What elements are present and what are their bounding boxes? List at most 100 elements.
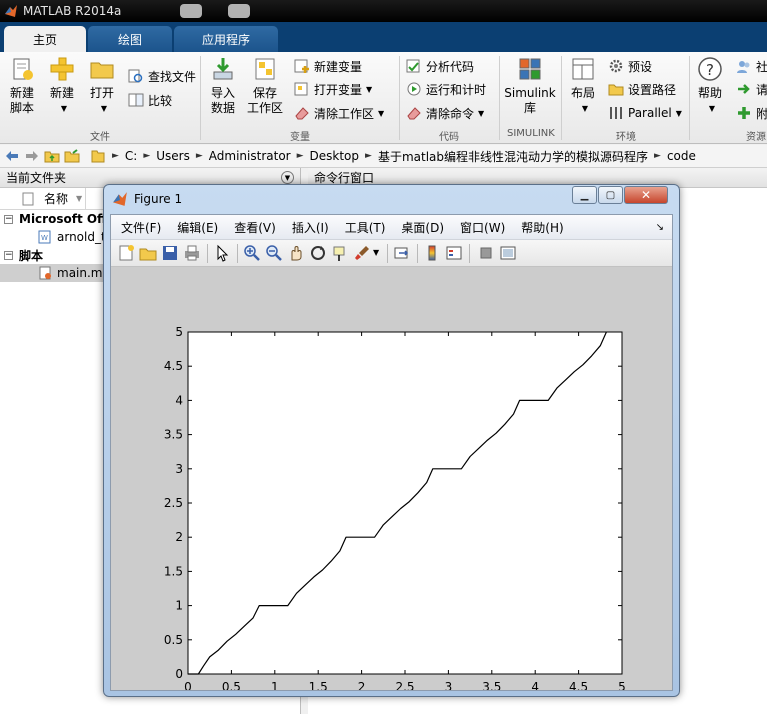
- chevron-down-icon[interactable]: ▼: [676, 109, 682, 118]
- mat-file-icon: W: [38, 230, 51, 244]
- legend-icon[interactable]: [445, 244, 463, 262]
- breadcrumb-item[interactable]: Desktop: [310, 149, 360, 163]
- forward-arrow-icon[interactable]: [24, 148, 40, 164]
- brush-icon[interactable]: [353, 244, 371, 262]
- y-tick-label: 4.5: [164, 359, 183, 373]
- collapse-icon[interactable]: −: [4, 250, 13, 260]
- save-workspace-button[interactable]: 保存 工作区: [246, 56, 284, 116]
- zoom-out-icon[interactable]: [265, 244, 283, 262]
- x-tick-label: 3.5: [482, 680, 501, 690]
- community-button[interactable]: 社: [736, 56, 767, 76]
- hide-plot-tools-icon[interactable]: [477, 244, 495, 262]
- find-files-button[interactable]: 查找文件: [128, 66, 196, 86]
- chevron-down-icon[interactable]: ▼: [61, 101, 67, 116]
- chevron-down-icon[interactable]: ▼: [582, 101, 588, 116]
- new-figure-icon[interactable]: [117, 244, 135, 262]
- addons-button[interactable]: 附: [736, 103, 767, 123]
- maximize-button[interactable]: ▢: [598, 186, 623, 204]
- plot-axes-box[interactable]: [187, 331, 623, 675]
- divider: [387, 244, 388, 263]
- simulink-label: Simulink 库: [504, 86, 556, 115]
- panel-menu-icon[interactable]: ▼: [281, 171, 294, 184]
- new-script-button[interactable]: 新建 脚本: [6, 56, 38, 116]
- line-plot[interactable]: 0 0.5 1 1.5 2 2.5 3 3.5 4 4.5 5 0 0.5 1 1.5 2 2.5 3 3.5 4 4.…: [111, 267, 672, 690]
- clear-commands-button[interactable]: 清除命令 ▼: [406, 103, 484, 123]
- menu-edit[interactable]: 编辑(E): [177, 219, 218, 236]
- set-path-button[interactable]: 设置路径: [608, 79, 676, 99]
- addons-label: 附: [756, 106, 767, 121]
- divider: [85, 188, 86, 210]
- y-tick-label: 5: [175, 325, 183, 339]
- x-tick-label: 4: [531, 680, 539, 690]
- menu-help[interactable]: 帮助(H): [521, 219, 563, 236]
- dock-arrow-icon[interactable]: ↘: [656, 222, 664, 233]
- analyze-code-button[interactable]: 分析代码: [406, 56, 474, 76]
- zoom-in-icon[interactable]: [243, 244, 261, 262]
- browse-folder-icon[interactable]: [64, 148, 80, 164]
- menu-insert[interactable]: 插入(I): [292, 219, 329, 236]
- chevron-down-icon[interactable]: ▼: [366, 85, 372, 94]
- parallel-button[interactable]: Parallel ▼: [608, 103, 682, 123]
- new-label: 新建: [49, 86, 74, 100]
- analyze-code-icon: [406, 59, 420, 73]
- new-button[interactable]: 新建 ▼: [46, 56, 78, 116]
- figure-title-bar: Figure 1: [112, 191, 182, 207]
- plus-icon: [50, 57, 74, 81]
- up-folder-icon[interactable]: [44, 148, 60, 164]
- colorbar-icon[interactable]: [423, 244, 441, 262]
- layout-button[interactable]: 布局 ▼: [567, 56, 599, 116]
- pointer-icon[interactable]: [213, 244, 231, 262]
- figure-window[interactable]: Figure 1 ▁ ▢ ✕ 文件(F) 编辑(E) 查看(V) 插入(I) 工…: [103, 184, 680, 697]
- menu-view[interactable]: 查看(V): [234, 219, 276, 236]
- breadcrumb-item[interactable]: Administrator: [209, 149, 291, 163]
- open-file-icon[interactable]: [139, 244, 157, 262]
- breadcrumb-item[interactable]: 基于matlab编程非线性混沌动力学的模拟源码程序: [378, 148, 648, 165]
- request-support-button[interactable]: 请: [736, 79, 767, 99]
- save-icon[interactable]: [161, 244, 179, 262]
- chevron-down-icon[interactable]: ▼: [709, 101, 715, 116]
- preferences-button[interactable]: 预设: [608, 56, 652, 76]
- tab-apps[interactable]: 应用程序: [174, 26, 278, 52]
- matlab-logo-icon: [5, 5, 17, 17]
- menu-desktop[interactable]: 桌面(D): [401, 219, 444, 236]
- close-icon: ✕: [640, 188, 652, 202]
- chevron-down-icon[interactable]: ▼: [478, 109, 484, 118]
- back-arrow-icon[interactable]: [4, 148, 20, 164]
- chevron-down-icon[interactable]: ▼: [378, 109, 384, 118]
- print-icon[interactable]: [183, 244, 201, 262]
- section-label-file: 文件: [90, 132, 110, 143]
- run-and-time-button[interactable]: 运行和计时: [406, 79, 486, 99]
- new-variable-button[interactable]: 新建变量: [294, 56, 362, 76]
- chevron-down-icon[interactable]: ▼: [101, 101, 107, 116]
- tab-plots[interactable]: 绘图: [88, 26, 172, 52]
- show-plot-tools-icon[interactable]: [499, 244, 517, 262]
- clear-workspace-label: 清除工作区: [314, 106, 375, 121]
- import-data-button[interactable]: 导入 数据: [206, 56, 240, 116]
- menu-file[interactable]: 文件(F): [121, 219, 161, 236]
- breadcrumb-item[interactable]: C:: [125, 149, 137, 163]
- menu-window[interactable]: 窗口(W): [460, 219, 505, 236]
- menu-tools[interactable]: 工具(T): [345, 219, 386, 236]
- new-script-icon: [13, 58, 33, 80]
- data-cursor-icon[interactable]: [331, 244, 349, 262]
- minimize-button[interactable]: ▁: [572, 186, 597, 204]
- chevron-down-icon[interactable]: ▼: [373, 248, 379, 257]
- open-button[interactable]: 打开 ▼: [86, 56, 118, 116]
- eraser-icon: [295, 107, 309, 120]
- new-script-label: 新建 脚本: [9, 86, 34, 115]
- breadcrumb-item[interactable]: code: [667, 149, 696, 163]
- link-plot-icon[interactable]: [393, 244, 411, 262]
- close-button[interactable]: ✕: [624, 186, 668, 204]
- simulink-library-button[interactable]: Simulink 库: [504, 56, 556, 116]
- collapse-icon[interactable]: −: [4, 214, 13, 224]
- tab-home[interactable]: 主页: [4, 26, 86, 52]
- clear-workspace-button[interactable]: 清除工作区 ▼: [294, 103, 384, 123]
- open-variable-button[interactable]: 打开变量 ▼: [294, 79, 372, 99]
- rotate-3d-icon[interactable]: [309, 244, 327, 262]
- compare-button[interactable]: 比较: [128, 90, 172, 110]
- help-button[interactable]: ? 帮助 ▼: [694, 56, 726, 116]
- x-tick-label: 3: [445, 680, 453, 690]
- breadcrumb-item[interactable]: Users: [156, 149, 190, 163]
- pan-hand-icon[interactable]: [287, 244, 305, 262]
- maximize-icon: ▢: [605, 189, 616, 201]
